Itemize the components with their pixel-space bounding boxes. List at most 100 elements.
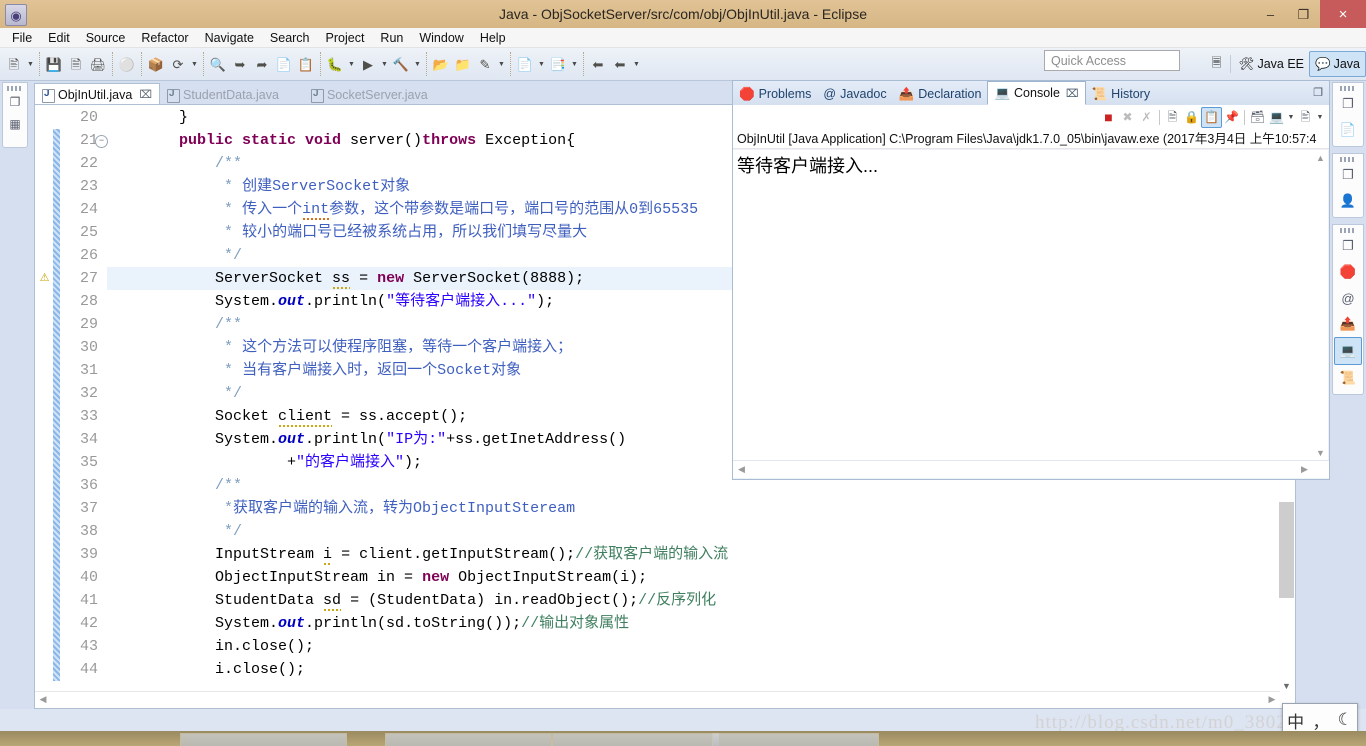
new-class-dropdown-icon[interactable]: ▼ — [536, 53, 547, 75]
minimize-view-icon[interactable]: ❐ — [1313, 86, 1323, 99]
menu-navigate[interactable]: Navigate — [197, 30, 262, 46]
run-external-tools-icon[interactable]: 🔨 — [390, 53, 412, 75]
chevron-left-icon[interactable]: ◀ — [35, 692, 51, 707]
remove-all-launches-icon[interactable]: ✗ — [1137, 108, 1156, 127]
code-line[interactable]: in.close(); — [107, 635, 1295, 658]
edit-icon[interactable]: ✎ — [474, 53, 496, 75]
new-console-icon[interactable]: 🖹 — [1296, 108, 1315, 127]
scroll-lock-icon[interactable]: 🔒 — [1182, 108, 1201, 127]
taskbar-item[interactable] — [385, 733, 552, 746]
menu-search[interactable]: Search — [262, 30, 318, 46]
open-perspective-button[interactable]: 🗏 — [1207, 52, 1227, 76]
perspective-java[interactable]: 💬 Java — [1309, 51, 1366, 77]
menu-refactor[interactable]: Refactor — [133, 30, 196, 46]
clear-console-icon[interactable]: 🗎 — [1163, 108, 1182, 127]
tab-history[interactable]: 📜 History — [1086, 83, 1156, 105]
remove-launch-icon[interactable]: ✖ — [1118, 108, 1137, 127]
outline-icon[interactable]: 📄 — [1335, 117, 1361, 143]
debug-icon[interactable]: 🐛 — [324, 53, 346, 75]
save-icon[interactable]: 💾 — [43, 53, 65, 75]
problems-icon[interactable]: 🛑 — [1335, 259, 1361, 285]
declaration-icon[interactable]: 📤 — [1335, 311, 1361, 337]
chevron-right-icon[interactable]: ▶ — [1297, 462, 1312, 477]
terminate-icon[interactable]: ■ — [1099, 108, 1118, 127]
restore-icon[interactable]: ❐ — [5, 91, 25, 113]
close-button[interactable]: × — [1320, 0, 1366, 28]
search-icon[interactable]: 🔍 — [207, 53, 229, 75]
menu-edit[interactable]: Edit — [40, 30, 78, 46]
run-icon[interactable]: ▶ — [357, 53, 379, 75]
history-dropdown-icon[interactable]: ▼ — [631, 53, 642, 75]
open-folder-icon[interactable]: 📂 — [430, 53, 452, 75]
chevron-right-icon[interactable]: ▶ — [1264, 692, 1280, 707]
new-package-icon[interactable]: 📦 — [145, 53, 167, 75]
menu-project[interactable]: Project — [318, 30, 373, 46]
code-line[interactable]: */ — [107, 520, 1295, 543]
open-folder-alt-icon[interactable]: 📁 — [452, 53, 474, 75]
display-selected-console-icon[interactable]: 📌 — [1222, 108, 1241, 127]
history-icon[interactable]: 📜 — [1335, 365, 1361, 391]
menu-run[interactable]: Run — [372, 30, 411, 46]
console-horizontal-scrollbar[interactable]: ◀ ▶ — [733, 460, 1329, 478]
refresh-icon[interactable]: ⟳ — [167, 53, 189, 75]
package-explorer-icon[interactable]: ▦ — [5, 113, 25, 135]
code-line[interactable]: *获取客户端的输入流，转为ObjectInputSteream — [107, 497, 1295, 520]
code-line[interactable]: ObjectInputStream in = new ObjectInputSt… — [107, 566, 1295, 589]
new-java-class-icon[interactable]: 📄 — [514, 53, 536, 75]
javadoc-icon[interactable]: @ — [1335, 285, 1361, 311]
perspective-java-ee[interactable]: 🛠 Java EE — [1234, 52, 1309, 76]
code-line[interactable]: InputStream i = client.getInputStream();… — [107, 543, 1295, 567]
new-wizard-dropdown-icon[interactable]: ▼ — [25, 53, 36, 75]
code-line[interactable]: System.out.println(sd.toString());//输出对象… — [107, 612, 1295, 635]
open-console-icon[interactable]: 🗃 — [1248, 108, 1267, 127]
taskbar-item[interactable] — [552, 733, 719, 746]
refresh-dropdown-icon[interactable]: ▼ — [189, 53, 200, 75]
run-dropdown-icon[interactable]: ▼ — [379, 53, 390, 75]
close-icon[interactable]: ⌧ — [139, 88, 152, 101]
editor-tab-objinutil[interactable]: ObjInUtil.java ⌧ — [34, 83, 161, 105]
forward-icon[interactable]: ⬅ — [609, 53, 631, 75]
editor-tab-socketserver[interactable]: SocketServer.java — [304, 84, 435, 105]
tab-problems[interactable]: 🛑 Problems — [733, 83, 817, 105]
menu-file[interactable]: File — [4, 30, 40, 46]
next-annotation-icon[interactable]: ➥ — [229, 53, 251, 75]
debug-dropdown-icon[interactable]: ▼ — [346, 53, 357, 75]
restore-icon[interactable]: ❐ — [1335, 162, 1361, 188]
print-icon[interactable]: 🖨 — [87, 53, 109, 75]
tab-declaration[interactable]: 📤 Declaration — [893, 83, 988, 105]
code-line[interactable]: i.close(); — [107, 658, 1295, 681]
taskbar-item[interactable] — [712, 733, 879, 746]
prev-annotation-icon[interactable]: ➦ — [251, 53, 273, 75]
toggle-markoccurrences-icon[interactable]: ⚪ — [116, 53, 138, 75]
external-tools-dropdown-icon[interactable]: ▼ — [412, 53, 423, 75]
back-icon[interactable]: ⬅ — [587, 53, 609, 75]
chevron-left-icon[interactable]: ◀ — [734, 462, 749, 477]
editor-vertical-scroll-thumb[interactable] — [1279, 502, 1294, 598]
fold-toggle-icon[interactable]: − — [95, 135, 108, 148]
chevron-down-icon[interactable]: ▼ — [1315, 108, 1325, 127]
chevron-down-icon[interactable]: ▼ — [1279, 678, 1294, 694]
ime-punctuation-icon[interactable]: ， — [1312, 708, 1329, 733]
minimize-button[interactable]: – — [1254, 0, 1287, 28]
new-console-view-icon[interactable]: 💻 — [1267, 108, 1286, 127]
edit-dropdown-icon[interactable]: ▼ — [496, 53, 507, 75]
warning-marker-icon[interactable]: ⚠ — [37, 271, 52, 286]
task-list-icon[interactable]: 👤 — [1335, 188, 1361, 214]
chevron-down-icon[interactable]: ▼ — [1313, 445, 1328, 460]
close-icon[interactable]: ⌧ — [1066, 87, 1079, 100]
menu-source[interactable]: Source — [78, 30, 134, 46]
chevron-up-icon[interactable]: ▲ — [1313, 150, 1328, 165]
maximize-restore-button[interactable]: ❐ — [1287, 0, 1320, 28]
new-annotation-dropdown-icon[interactable]: ▼ — [569, 53, 580, 75]
console-output-text[interactable]: 等待客户端接入... — [733, 150, 1313, 460]
menu-window[interactable]: Window — [411, 30, 471, 46]
ime-shape-icon[interactable]: ☾ — [1338, 710, 1353, 730]
tab-javadoc[interactable]: @ Javadoc — [817, 83, 892, 105]
editor-horizontal-scrollbar[interactable]: ◀ ▶ — [35, 691, 1280, 707]
editor-marker-gutter[interactable]: ⚠ — [36, 106, 53, 708]
restore-icon[interactable]: ❐ — [1335, 91, 1361, 117]
quick-access-input[interactable]: Quick Access — [1044, 50, 1180, 71]
menu-help[interactable]: Help — [472, 30, 514, 46]
restore-icon[interactable]: ❐ — [1335, 233, 1361, 259]
code-line[interactable]: StudentData sd = (StudentData) in.readOb… — [107, 589, 1295, 613]
